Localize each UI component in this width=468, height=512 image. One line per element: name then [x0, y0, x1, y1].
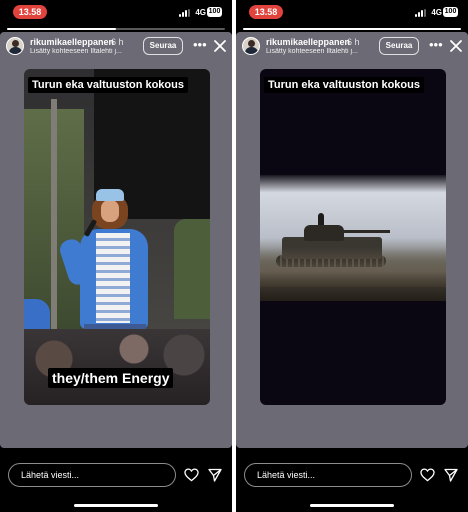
signal-icon [415, 9, 428, 17]
story-card[interactable]: rikumikaelleppanen 6 h Lisätty kohteesee… [0, 32, 232, 448]
tank-image [260, 69, 446, 405]
clock: 13.58 [249, 5, 283, 19]
home-indicator [74, 504, 158, 507]
story-media-tank: Turun eka valtuuston kokous [260, 69, 446, 405]
caption-top: Turun eka valtuuston kokous [264, 77, 424, 93]
username[interactable]: rikumikaelleppanen [266, 37, 350, 47]
reply-bar: Lähetä viesti... [236, 448, 468, 512]
concert-image [24, 69, 210, 405]
more-icon[interactable]: ••• [193, 38, 207, 51]
signal-icon [179, 9, 192, 17]
status-bar: 13.58 4G 100 [236, 0, 468, 26]
caption-top: Turun eka valtuuston kokous [28, 77, 188, 93]
heart-icon[interactable] [184, 468, 199, 482]
message-input[interactable]: Lähetä viesti... [244, 463, 412, 487]
added-to-label[interactable]: Lisätty kohteeseen Iltalehti j... [266, 48, 376, 55]
home-indicator [310, 504, 394, 507]
story-card[interactable]: rikumikaelleppanen 6 h Lisätty kohteesee… [236, 32, 468, 448]
story-progress-bar [243, 28, 461, 30]
story-view-left: 13.58 4G 100 rikumikaelleppanen 6 h Lisä… [0, 0, 232, 512]
story-media-concert: Turun eka valtuuston kokous they/them En… [24, 69, 210, 405]
follow-button[interactable]: Seuraa [143, 37, 183, 55]
username[interactable]: rikumikaelleppanen [30, 37, 114, 47]
network-label: 4G [195, 8, 206, 17]
story-view-right: 13.58 4G 100 rikumikaelleppanen 6 h Lisä… [236, 0, 468, 512]
story-progress-fill [7, 28, 116, 30]
close-icon[interactable] [213, 39, 227, 53]
story-progress-fill [243, 28, 461, 30]
more-icon[interactable]: ••• [429, 38, 443, 51]
network-label: 4G [431, 8, 442, 17]
story-progress-bar [7, 28, 225, 30]
caption-bottom: they/them Energy [48, 368, 174, 388]
send-icon[interactable] [444, 468, 458, 482]
reply-bar: Lähetä viesti... [0, 448, 232, 512]
send-icon[interactable] [208, 468, 222, 482]
status-bar: 13.58 4G 100 [0, 0, 232, 26]
battery-icon: 100 [443, 7, 458, 17]
heart-icon[interactable] [420, 468, 435, 482]
story-header: rikumikaelleppanen 6 h Lisätty kohteesee… [0, 32, 232, 62]
clock: 13.58 [13, 5, 47, 19]
message-input[interactable]: Lähetä viesti... [8, 463, 176, 487]
time-ago: 6 h [111, 37, 124, 47]
story-header: rikumikaelleppanen 6 h Lisätty kohteesee… [236, 32, 468, 62]
added-to-label[interactable]: Lisätty kohteeseen Iltalehti j... [30, 48, 140, 55]
time-ago: 6 h [347, 37, 360, 47]
battery-icon: 100 [207, 7, 222, 17]
close-icon[interactable] [449, 39, 463, 53]
follow-button[interactable]: Seuraa [379, 37, 419, 55]
avatar[interactable] [242, 37, 260, 55]
avatar[interactable] [6, 37, 24, 55]
